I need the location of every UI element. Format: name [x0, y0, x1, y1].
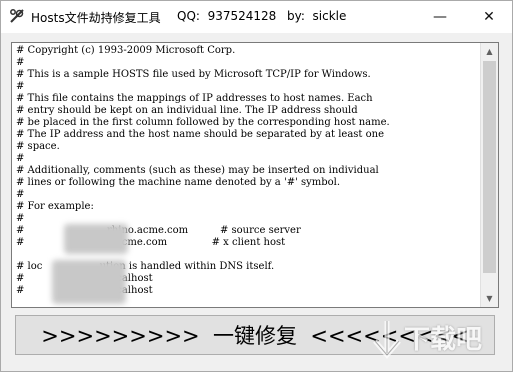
hosts-line: # lines or following the machine name de…: [16, 177, 341, 188]
minimize-button[interactable]: —: [417, 1, 463, 33]
hosts-line: #: [16, 213, 25, 224]
redacted-localhost-blur: [52, 260, 126, 304]
hosts-line: #: [16, 189, 25, 200]
hosts-line: # x.acme.com # x client host: [16, 237, 286, 248]
scrollbar-thumb[interactable]: [483, 61, 496, 273]
hosts-line: # space.: [16, 141, 60, 152]
hosts-line: #: [16, 153, 25, 164]
hosts-line: # For example:: [16, 201, 94, 212]
redacted-ip-blur: [64, 224, 128, 254]
watermark-text: 下载吧: [404, 325, 483, 355]
scroll-up-icon[interactable]: ▲: [481, 43, 498, 60]
hosts-line: # This file contains the mappings of IP …: [16, 93, 373, 104]
app-window: Hosts文件劫持修复工具 QQ: 937524128 by: sickle —…: [0, 0, 513, 372]
hosts-line: # Copyright (c) 1993-2009 Microsoft Corp…: [16, 45, 236, 56]
title-bar[interactable]: Hosts文件劫持修复工具 QQ: 937524128 by: sickle —…: [1, 1, 512, 33]
scroll-down-icon[interactable]: ▼: [481, 290, 498, 307]
hosts-line: # Additionally, comments (such as these)…: [16, 165, 379, 176]
window-title: Hosts文件劫持修复工具: [31, 11, 161, 25]
minimize-icon: —: [433, 9, 447, 25]
hosts-line: # be placed in the first column followed…: [16, 117, 390, 128]
window-title-qq: QQ: 937524128: [177, 9, 277, 23]
hosts-line: #: [16, 57, 25, 68]
hosts-line: # The IP address and the host name shoul…: [16, 129, 384, 140]
vertical-scrollbar[interactable]: ▲ ▼: [480, 43, 498, 307]
watermark-logo: 下载吧: [370, 315, 506, 367]
hosts-editor[interactable]: # Copyright (c) 1993-2009 Microsoft Corp…: [11, 42, 499, 308]
wrench-icon: [10, 9, 24, 23]
window-title-author: by: sickle: [287, 9, 347, 23]
hosts-line: # This is a sample HOSTS file used by Mi…: [16, 69, 371, 80]
close-icon: ✕: [483, 9, 495, 25]
hosts-line: #: [16, 81, 25, 92]
hosts-line: # rhino.acme.com # source server: [16, 225, 301, 236]
hosts-line: # entry should be kept on an individual …: [16, 105, 358, 116]
close-button[interactable]: ✕: [466, 1, 512, 33]
download-arrow-icon: [373, 321, 401, 359]
